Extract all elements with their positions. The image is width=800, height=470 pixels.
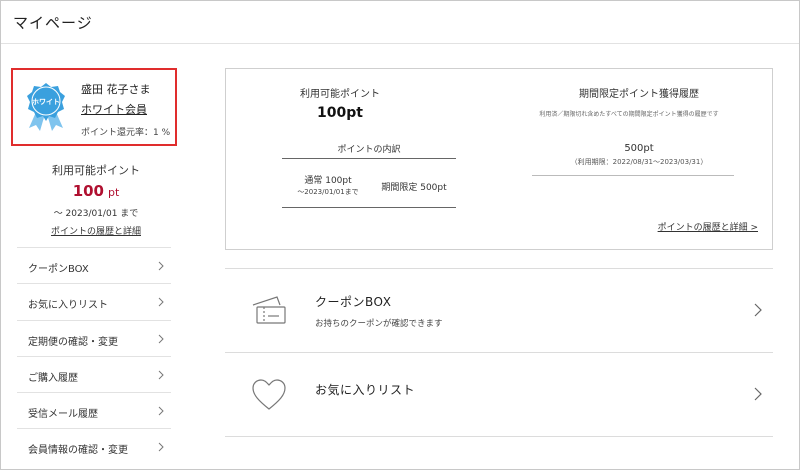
favorites-row[interactable]: お気に入りリスト — [225, 353, 773, 435]
chevron-right-icon — [158, 370, 164, 380]
side-item-coupon-box[interactable]: クーポンBOX — [17, 247, 171, 283]
breakdown-normal: 通常 100pt — [304, 176, 352, 186]
breakdown-normal-expiry: ～2023/01/01まで — [297, 188, 359, 196]
chevron-right-icon — [158, 443, 164, 452]
limited-history-period: （利用期限：2022/08/31～2023/03/31） — [570, 158, 708, 166]
title-divider — [1, 43, 799, 44]
side-item-member-info[interactable]: 会員情報の確認・変更 — [17, 428, 171, 464]
limited-history-title: 期間限定ポイント獲得履歴 — [579, 89, 699, 100]
favorites-title: お気に入りリスト — [315, 383, 416, 397]
available-points-value: 100 pt — [11, 181, 181, 200]
coupon-box-title: クーポンBOX — [315, 295, 392, 309]
side-item-favorites[interactable]: お気に入りリスト — [17, 283, 171, 319]
available-points-number: 100 — [72, 182, 104, 200]
side-item-label: 受信メール履歴 — [28, 409, 98, 421]
points-history-link[interactable]: ポイントの履歴と詳細 — [11, 224, 181, 237]
side-item-label: 定期便の確認・変更 — [28, 336, 118, 348]
chevron-right-icon — [754, 303, 762, 317]
heart-icon — [252, 379, 286, 410]
side-item-label: クーポンBOX — [28, 264, 89, 275]
panel-available-label: 利用可能ポイント — [300, 89, 380, 100]
chevron-right-icon — [754, 387, 762, 401]
breakdown-divider-top — [282, 158, 456, 159]
side-item-purchase-history[interactable]: ご購入履歴 — [17, 355, 171, 392]
coupon-box-row[interactable]: クーポンBOX お持ちのクーポンが確認できます — [225, 269, 773, 351]
chevron-right-icon — [158, 297, 164, 307]
member-card: ホワイト 盛田 花子さま ホワイト会員 ポイント還元率：1 % — [11, 68, 177, 146]
ticket-icon — [252, 296, 286, 324]
badge-label: ホワイト — [32, 98, 60, 106]
chevron-right-icon — [158, 261, 164, 271]
side-item-label: ご購入履歴 — [28, 372, 78, 384]
available-points-label: 利用可能ポイント — [52, 164, 140, 177]
chevron-right-icon — [158, 406, 164, 416]
breakdown-limited: 期間限定 500pt — [381, 183, 447, 193]
limited-history-divider — [532, 175, 734, 176]
member-rank-link[interactable]: ホワイト会員 — [81, 101, 147, 117]
feature-divider — [225, 436, 773, 437]
breakdown-divider-bottom — [282, 207, 456, 208]
panel-available-value: 100pt — [317, 105, 363, 121]
points-panel: 利用可能ポイント 100pt ポイントの内訳 通常 100pt ～2023/01… — [225, 68, 773, 250]
point-rate: ポイント還元率：1 % — [81, 128, 171, 138]
available-points-unit: pt — [108, 186, 120, 199]
rank-badge-icon: ホワイト — [27, 83, 65, 131]
coupon-box-description: お持ちのクーポンが確認できます — [315, 319, 443, 329]
limited-history-subtitle: 利用済／期限切れ含めたすべての期間限定ポイント獲得の履歴です — [539, 111, 719, 118]
chevron-right-icon — [158, 334, 164, 343]
panel-history-link[interactable]: ポイントの履歴と詳細 > — [626, 220, 758, 233]
limited-history-value: 500pt — [624, 143, 654, 154]
page-title: マイページ — [13, 14, 93, 32]
side-item-subscription[interactable]: 定期便の確認・変更 — [17, 319, 171, 356]
member-name: 盛田 花子さま — [81, 83, 151, 96]
breakdown-title: ポイントの内訳 — [337, 145, 401, 155]
side-menu: クーポンBOX お気に入りリスト 定期便の確認・変更 ご購入履歴 受信メール履歴… — [17, 247, 171, 465]
side-item-mail-history[interactable]: 受信メール履歴 — [17, 392, 171, 428]
side-item-label: お気に入りリスト — [28, 300, 108, 312]
points-expiry: ～ 2023/01/01 まで — [53, 209, 139, 219]
side-item-label: 会員情報の確認・変更 — [28, 445, 128, 457]
